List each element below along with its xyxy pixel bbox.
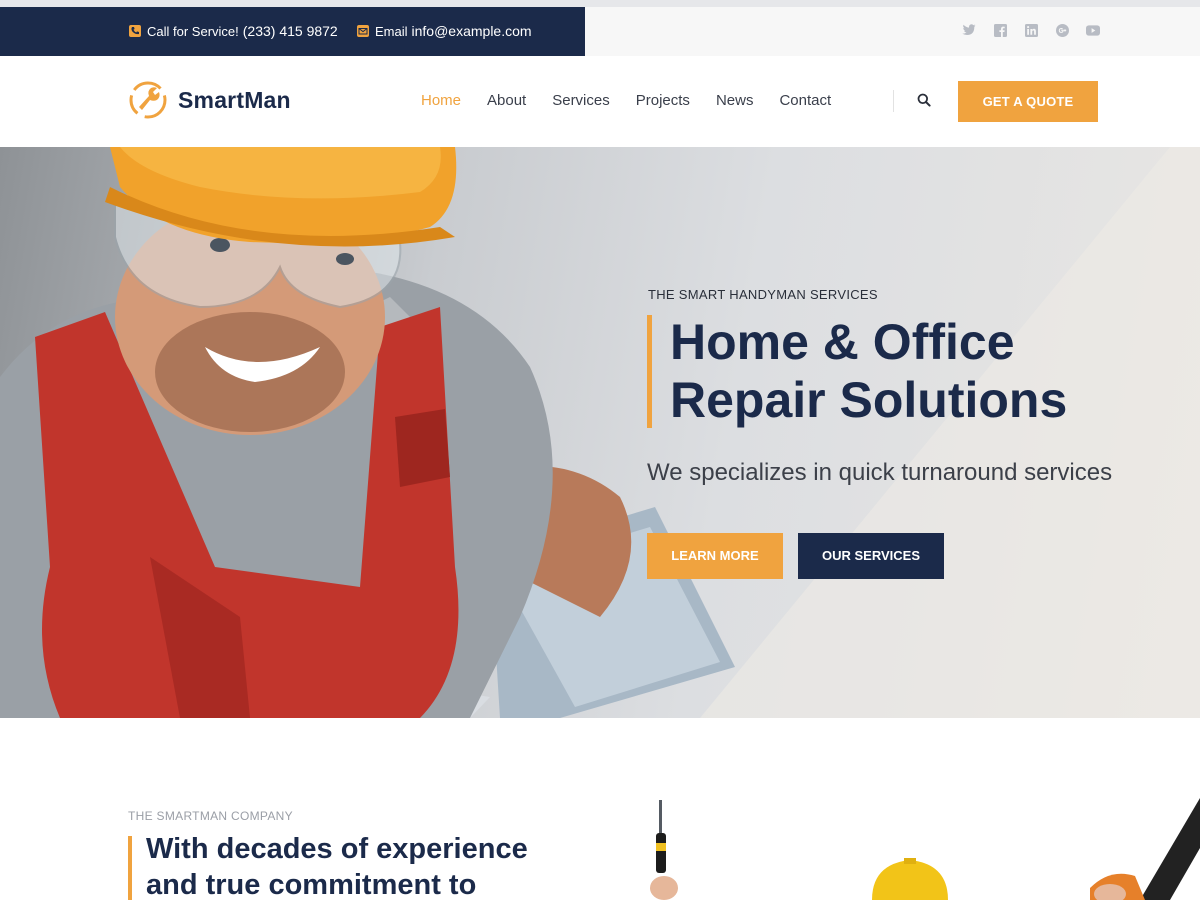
- top-bar: Call for Service! (233) 415 9872 Email i…: [0, 7, 1200, 56]
- nav-item-contact[interactable]: Contact: [779, 92, 831, 109]
- about-title-line-2: and true commitment to: [146, 869, 477, 900]
- phone-icon: [129, 25, 141, 37]
- youtube-icon[interactable]: [1086, 23, 1100, 37]
- phone-contact[interactable]: Call for Service! (233) 415 9872: [129, 23, 338, 39]
- envelope-icon: [357, 25, 369, 37]
- nav-item-services[interactable]: Services: [552, 92, 610, 109]
- primary-menu: Home About Services Projects News Contac…: [421, 92, 857, 109]
- hero-subtitle: We specializes in quick turnaround servi…: [647, 459, 1113, 486]
- hero-worker-image: [0, 147, 1200, 718]
- tools-illustration: [650, 798, 1200, 900]
- nav-item-home[interactable]: Home: [421, 92, 461, 109]
- about-title: With decades of experience and true comm…: [146, 831, 616, 900]
- social-links: [962, 23, 1100, 37]
- wrench-logo-icon: [129, 81, 167, 119]
- hero-section: THE SMART HANDYMAN SERVICES Home & Offic…: [0, 147, 1200, 718]
- nav-item-about[interactable]: About: [487, 92, 526, 109]
- brand-name: SmartMan: [178, 86, 291, 113]
- about-title-line-1: With decades of experience: [146, 833, 528, 865]
- our-services-button[interactable]: OUR SERVICES: [798, 533, 944, 579]
- nav-item-projects[interactable]: Projects: [636, 92, 690, 109]
- main-navbar: SmartMan Home About Services Projects Ne…: [0, 56, 1200, 147]
- email-address[interactable]: info@example.com: [412, 23, 532, 39]
- browser-frame: [0, 0, 1200, 7]
- about-section: THE SMARTMAN COMPANY With decades of exp…: [0, 718, 1200, 900]
- linkedin-icon[interactable]: [1024, 23, 1038, 37]
- nav-item-news[interactable]: News: [716, 92, 754, 109]
- facebook-icon[interactable]: [993, 23, 1007, 37]
- email-label: Email: [375, 23, 408, 39]
- hero-eyebrow: THE SMART HANDYMAN SERVICES: [648, 287, 878, 302]
- phone-label: Call for Service!: [147, 23, 239, 39]
- about-eyebrow: THE SMARTMAN COMPANY: [128, 809, 293, 823]
- learn-more-button[interactable]: LEARN MORE: [647, 533, 783, 579]
- phone-number[interactable]: (233) 415 9872: [243, 23, 338, 39]
- hero-title: Home & Office Repair Solutions: [670, 313, 1190, 429]
- google-plus-icon[interactable]: [1055, 23, 1069, 37]
- search-icon[interactable]: [917, 93, 933, 109]
- contact-bar: Call for Service! (233) 415 9872 Email i…: [0, 7, 585, 56]
- get-a-quote-button[interactable]: GET A QUOTE: [958, 81, 1098, 122]
- hero-accent-bar: [647, 315, 652, 428]
- about-accent-bar: [128, 836, 132, 900]
- hero-title-line-2: Repair Solutions: [670, 372, 1068, 428]
- email-contact[interactable]: Email info@example.com: [357, 23, 532, 39]
- nav-divider: [893, 90, 894, 112]
- hero-title-line-1: Home & Office: [670, 314, 1015, 370]
- site-logo[interactable]: SmartMan: [128, 80, 291, 120]
- twitter-icon[interactable]: [962, 23, 976, 37]
